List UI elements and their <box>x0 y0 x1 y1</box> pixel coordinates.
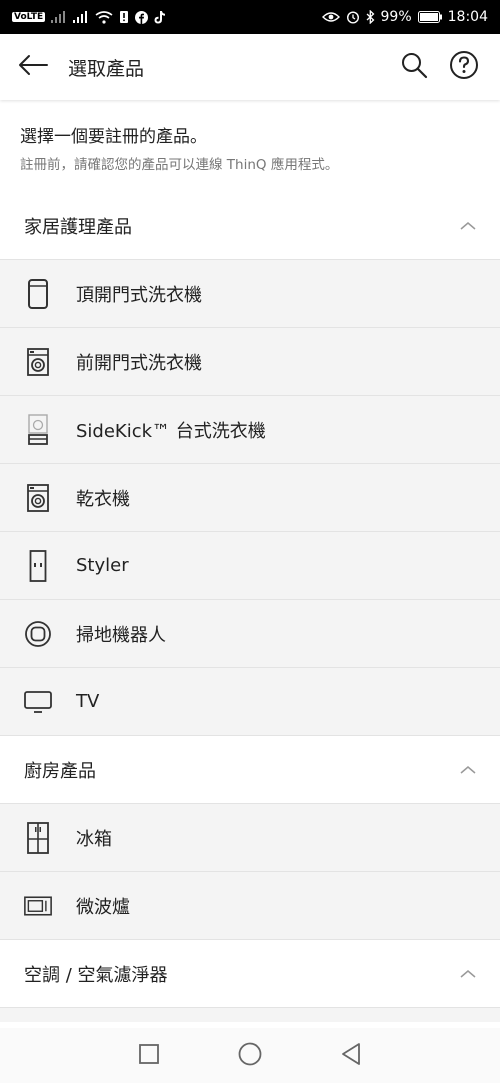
wifi-icon <box>95 10 113 24</box>
screen: VoLTE 99% 18:04 選取產品 選擇一個要註冊的產品。 註冊前，請確認… <box>0 0 500 1083</box>
list-item-front-load-washer[interactable]: 前開門式洗衣機 <box>0 328 500 396</box>
intro-subtitle: 註冊前，請確認您的產品可以連線 ThinQ 應用程式。 <box>20 157 339 173</box>
list-item-sidekick-washer[interactable]: SideKick™ 台式洗衣機 <box>0 396 500 464</box>
refrigerator-icon <box>24 820 52 856</box>
signal-icon <box>51 11 67 23</box>
item-label: Styler <box>76 555 129 576</box>
help-circle-icon <box>449 50 479 84</box>
item-label: 乾衣機 <box>76 488 130 510</box>
front-load-washer-icon <box>24 344 52 380</box>
back-nav-button[interactable] <box>340 1042 362 1070</box>
bluetooth-icon <box>366 10 375 24</box>
arrow-left-icon <box>18 54 48 80</box>
list-item-top-load-washer[interactable]: 頂開門式洗衣機 <box>0 260 500 328</box>
item-label: 微波爐 <box>76 896 130 918</box>
chevron-up-icon <box>460 216 476 235</box>
chevron-up-icon <box>460 760 476 779</box>
item-label: SideKick™ 台式洗衣機 <box>76 420 266 442</box>
styler-icon <box>24 548 52 584</box>
help-button[interactable] <box>444 47 484 87</box>
category-header-air[interactable]: 空調 / 空氣濾淨器 <box>0 940 500 1008</box>
search-icon <box>400 51 428 83</box>
microwave-icon <box>24 888 52 924</box>
battery-percent: 99% <box>380 9 412 25</box>
top-load-washer-icon <box>24 276 52 312</box>
chevron-up-icon <box>460 964 476 983</box>
pedestal-washer-icon <box>24 412 52 448</box>
signal-icon-2 <box>73 11 89 23</box>
clock-time: 18:04 <box>447 9 488 25</box>
item-label: 頂開門式洗衣機 <box>76 284 202 306</box>
category-label: 家居護理產品 <box>24 216 132 238</box>
status-bar: VoLTE 99% 18:04 <box>0 0 500 34</box>
list-item-tv[interactable]: TV <box>0 668 500 736</box>
alert-icon <box>119 10 129 24</box>
tv-icon <box>24 684 52 720</box>
intro-title: 選擇一個要註冊的產品。 <box>20 127 207 147</box>
eye-icon <box>321 11 340 23</box>
category-label: 空調 / 空氣濾淨器 <box>24 964 168 986</box>
item-label: 前開門式洗衣機 <box>76 352 202 374</box>
tiktok-icon <box>154 10 166 24</box>
list-item-microwave[interactable]: 微波爐 <box>0 872 500 940</box>
app-bar: 選取產品 <box>0 34 500 100</box>
system-nav-bar <box>0 1028 500 1083</box>
search-button[interactable] <box>394 47 434 87</box>
page-title: 選取產品 <box>68 57 145 80</box>
list-item-robot-vacuum[interactable]: 掃地機器人 <box>0 600 500 668</box>
dryer-icon <box>24 480 52 516</box>
category-header-kitchen[interactable]: 廚房產品 <box>0 736 500 804</box>
item-label: 冰箱 <box>76 828 112 850</box>
battery-icon <box>417 11 442 23</box>
robot-vacuum-icon <box>24 616 52 652</box>
back-button[interactable] <box>16 47 50 87</box>
list-item-dryer[interactable]: 乾衣機 <box>0 464 500 532</box>
category-label: 廚房產品 <box>24 760 96 782</box>
list-item-styler[interactable]: Styler <box>0 532 500 600</box>
alarm-icon <box>346 10 360 24</box>
facebook-icon <box>135 10 149 24</box>
list-continuation <box>0 1008 500 1022</box>
item-label: 掃地機器人 <box>76 624 166 646</box>
item-label: TV <box>76 691 100 712</box>
list-item-refrigerator[interactable]: 冰箱 <box>0 804 500 872</box>
home-button[interactable] <box>237 1041 263 1071</box>
volte-indicator: VoLTE <box>12 12 46 22</box>
category-header-home-care[interactable]: 家居護理產品 <box>0 192 500 260</box>
recents-button[interactable] <box>138 1043 160 1069</box>
